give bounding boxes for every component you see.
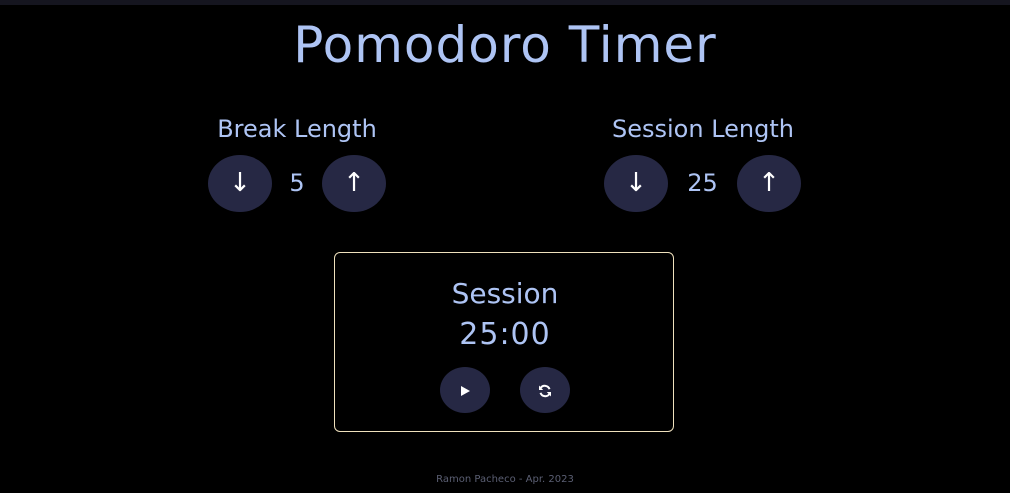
start-stop-button[interactable] xyxy=(440,367,490,413)
break-length-value: 5 xyxy=(289,169,305,197)
time-left: 25:00 xyxy=(459,317,551,352)
break-length-controls: ↓ 5 ↑ xyxy=(167,155,427,212)
timer-panel: Session 25:00 xyxy=(334,252,674,432)
top-bar xyxy=(0,0,1010,5)
session-decrement-button[interactable]: ↓ xyxy=(604,155,668,212)
refresh-icon xyxy=(539,384,551,397)
session-length-value: 25 xyxy=(687,169,718,197)
session-length-label: Session Length xyxy=(612,115,794,143)
timer-label: Session xyxy=(451,277,559,310)
session-length-group: Session Length ↓ 25 ↑ xyxy=(573,114,833,212)
session-increment-button[interactable]: ↑ xyxy=(737,155,801,212)
break-increment-button[interactable]: ↑ xyxy=(322,155,386,212)
reset-button[interactable] xyxy=(520,367,570,413)
break-length-group: Break Length ↓ 5 ↑ xyxy=(167,114,427,212)
play-icon xyxy=(461,385,470,396)
break-decrement-button[interactable]: ↓ xyxy=(208,155,272,212)
session-length-controls: ↓ 25 ↑ xyxy=(573,155,833,212)
page-title: Pomodoro Timer xyxy=(293,16,717,74)
footer-credit: Ramon Pacheco - Apr. 2023 xyxy=(436,474,574,485)
break-length-label: Break Length xyxy=(217,115,377,143)
